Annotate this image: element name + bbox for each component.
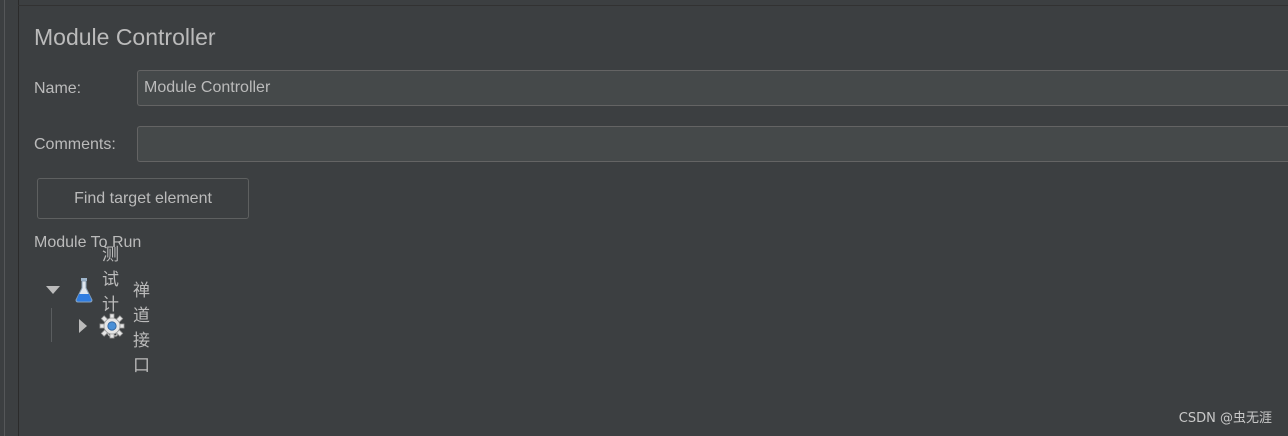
gear-icon [99, 313, 125, 339]
left-rail [0, 0, 19, 436]
module-to-run-label: Module To Run [34, 234, 142, 251]
tree-node-child-label: 禅道接口 [133, 281, 150, 376]
panel-title: Module Controller [34, 24, 216, 50]
name-label: Name: [34, 80, 82, 97]
comments-field[interactable] [137, 126, 1288, 162]
module-controller-panel: Module Controller Name: Comments: Find t… [19, 6, 1288, 436]
find-target-element-button[interactable]: Find target element [37, 178, 249, 219]
expand-arrow-down-icon[interactable] [46, 286, 60, 294]
tree-guide-line [51, 308, 52, 342]
tree-node-child[interactable]: 禅道接口 [79, 281, 152, 376]
tree-node-root[interactable]: 测试计划 [46, 245, 119, 340]
rail-divider [4, 0, 5, 436]
watermark: CSDN @虫无涯 [1178, 411, 1272, 426]
flask-icon [74, 277, 94, 303]
name-field[interactable] [137, 70, 1288, 106]
comments-label: Comments: [34, 136, 116, 153]
expand-arrow-right-icon[interactable] [79, 319, 87, 333]
